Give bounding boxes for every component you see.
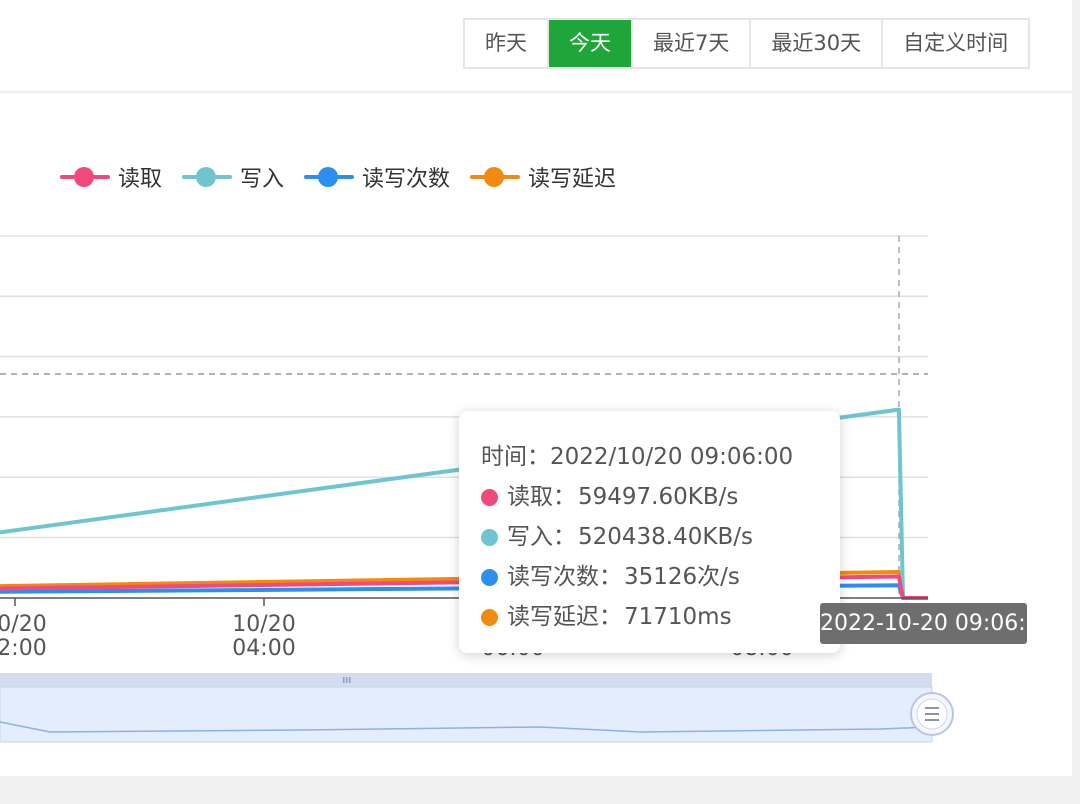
- legend-marker-icon: [470, 167, 521, 187]
- chart-legend: 读取 写入 读写次数 读写延迟: [60, 160, 636, 194]
- legend-label: 读写延迟: [528, 167, 617, 192]
- tooltip-row: 写入： 520438.40KB/s: [481, 517, 840, 557]
- series-dot-icon: [481, 608, 498, 626]
- tooltip-row-value: 71710ms: [624, 604, 732, 630]
- chart-tooltip: 时间： 2022/10/20 09:06:00 读取： 59497.60KB/s 写…: [459, 411, 840, 653]
- legend-label: 读取: [118, 167, 163, 192]
- x-tick-label-date: 10/20: [232, 612, 295, 637]
- slider-grip-mark: [343, 677, 345, 683]
- tooltip-row: 读写次数： 35126次/s: [481, 557, 840, 597]
- tooltip-row: 读写延迟： 71710ms: [481, 597, 840, 637]
- legend-marker-icon: [304, 167, 355, 187]
- tooltip-time-row: 时间： 2022/10/20 09:06:00: [481, 437, 840, 477]
- series-dot-icon: [481, 528, 498, 546]
- slider-top-bar: [0, 673, 932, 687]
- tooltip-row-value: 59497.60KB/s: [578, 484, 739, 510]
- range-button-1[interactable]: 今天: [549, 20, 633, 67]
- data-zoom-slider[interactable]: [0, 673, 954, 743]
- series-dot-icon: [481, 488, 498, 506]
- x-tick-label-date: 10/20: [0, 612, 47, 637]
- slider-handle-icon[interactable]: [910, 692, 954, 736]
- range-button-2[interactable]: 最近7天: [633, 20, 752, 67]
- range-button-4[interactable]: 自定义时间: [883, 20, 1029, 67]
- legend-label: 读写次数: [362, 167, 451, 192]
- legend-item-2[interactable]: 读写次数: [304, 161, 450, 193]
- axis-pointer-label: 2022-10-20 09:06:00: [820, 603, 1054, 644]
- range-button-0[interactable]: 昨天: [465, 20, 549, 67]
- range-button-3[interactable]: 最近30天: [751, 20, 884, 67]
- tooltip-time-label: 时间：: [481, 444, 550, 470]
- legend-item-3[interactable]: 读写延迟: [470, 161, 616, 193]
- tooltip-row-label: 读写次数：: [507, 564, 622, 590]
- tooltip-row-label: 写入：: [507, 524, 576, 550]
- tooltip-row: 读取： 59497.60KB/s: [481, 477, 840, 517]
- tooltip-row-label: 读取：: [507, 484, 576, 510]
- time-range-selector: 昨天 今天 最近7天 最近30天 自定义时间: [463, 18, 1031, 69]
- legend-item-0[interactable]: 读取: [60, 161, 162, 193]
- x-tick-label-time: 02:00: [0, 636, 47, 661]
- legend-item-1[interactable]: 写入: [182, 161, 284, 193]
- tooltip-row-label: 读写延迟：: [507, 604, 622, 630]
- x-tick-label-time: 04:00: [232, 636, 295, 661]
- slider-track: [0, 686, 933, 743]
- slider-grip-mark: [346, 677, 348, 683]
- tooltip-rows: 读取： 59497.60KB/s 写入： 520438.40KB/s 读写次数： 3512…: [481, 477, 840, 637]
- monitor-panel: 昨天今天最近7天最近30天自定义时间 读取写入读写次数读写延迟 10/2002:…: [0, 0, 1072, 776]
- legend-marker-icon: [182, 167, 233, 187]
- legend-label: 写入: [240, 167, 285, 192]
- tooltip-row-value: 35126次/s: [624, 564, 740, 590]
- series-dot-icon: [481, 568, 498, 586]
- tooltip-time-value: 2022/10/20 09:06:00: [550, 444, 794, 470]
- tooltip-row-value: 520438.40KB/s: [578, 524, 753, 550]
- slider-grip-mark: [349, 677, 351, 683]
- legend-marker-icon: [60, 167, 110, 187]
- toolbar: 昨天 今天 最近7天 最近30天 自定义时间: [0, 0, 1072, 93]
